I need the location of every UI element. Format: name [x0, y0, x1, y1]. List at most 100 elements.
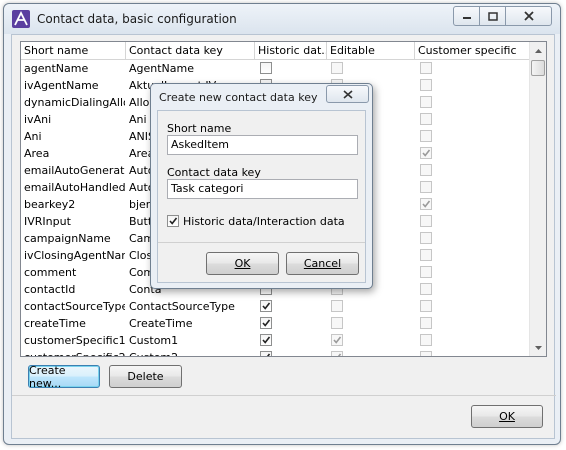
- short-name-cell[interactable]: Area: [21, 145, 125, 162]
- column-header-editable[interactable]: Editable: [327, 42, 415, 60]
- historic-data-label[interactable]: Historic data/Interaction data: [183, 215, 345, 228]
- short-name-input[interactable]: AskedItem: [167, 135, 358, 155]
- short-name-cell[interactable]: ivAgentName: [21, 77, 125, 94]
- title-bar[interactable]: Contact data, basic configuration: [4, 4, 560, 34]
- dialog-cancel-label: Cancel: [303, 257, 342, 270]
- short-name-cell[interactable]: contactId: [21, 281, 125, 298]
- table-row[interactable]: contactSourceType ContactSourceType: [21, 298, 531, 315]
- customer-specific-checkbox[interactable]: [420, 198, 432, 210]
- customer-specific-checkbox[interactable]: [420, 130, 432, 142]
- historic-data-checkbox[interactable]: [260, 317, 272, 329]
- grid-header: Short name Contact data key Historic dat…: [21, 42, 531, 60]
- dialog-cancel-button[interactable]: Cancel: [286, 252, 359, 275]
- checkmark-icon: [262, 302, 271, 310]
- short-name-cell[interactable]: createTime: [21, 315, 125, 332]
- ok-label: OK: [499, 410, 515, 423]
- checkmark-icon: [262, 336, 271, 344]
- checkmark-icon: [169, 217, 178, 225]
- separator: [12, 395, 556, 396]
- create-new-button[interactable]: Create new...: [28, 363, 100, 390]
- short-name-cell[interactable]: customerSpecific1: [21, 332, 125, 349]
- checkmark-icon: [333, 336, 342, 344]
- short-name-cell[interactable]: emailAutoGenerated: [21, 162, 125, 179]
- close-icon: [342, 89, 353, 99]
- short-name-cell[interactable]: customerSpecific2: [21, 349, 125, 356]
- contact-data-key-cell[interactable]: AgentName: [126, 60, 254, 77]
- delete-button[interactable]: Delete: [109, 365, 182, 388]
- checkmark-icon: [422, 200, 431, 208]
- short-name-cell[interactable]: comment: [21, 264, 125, 281]
- customer-specific-checkbox[interactable]: [420, 181, 432, 193]
- short-name-cell[interactable]: IVRInput: [21, 213, 125, 230]
- dialog-body: Short name AskedItem Contact data key Ta…: [157, 110, 366, 283]
- customer-specific-checkbox[interactable]: [420, 283, 432, 295]
- contact-data-key-cell[interactable]: Custom1: [126, 332, 254, 349]
- historic-data-checkbox[interactable]: [260, 351, 272, 356]
- editable-checkbox[interactable]: [331, 334, 343, 346]
- customer-specific-checkbox[interactable]: [420, 300, 432, 312]
- customer-specific-checkbox[interactable]: [420, 62, 432, 74]
- customer-specific-checkbox[interactable]: [420, 266, 432, 278]
- editable-checkbox[interactable]: [331, 300, 343, 312]
- short-name-cell[interactable]: Ani: [21, 128, 125, 145]
- ok-button[interactable]: OK: [471, 405, 543, 428]
- historic-data-checkbox[interactable]: [260, 62, 272, 74]
- dialog-ok-button[interactable]: OK: [206, 252, 279, 275]
- checkmark-icon: [262, 319, 271, 327]
- short-name-cell[interactable]: agentName: [21, 60, 125, 77]
- customer-specific-checkbox[interactable]: [420, 113, 432, 125]
- contact-data-key-input[interactable]: Task categori: [167, 179, 358, 199]
- customer-specific-checkbox[interactable]: [420, 249, 432, 261]
- historic-data-checkbox[interactable]: [260, 334, 272, 346]
- scroll-thumb[interactable]: [531, 60, 545, 76]
- short-name-cell[interactable]: ivClosingAgentName: [21, 247, 125, 264]
- create-contact-data-key-dialog: Create new contact data key Short name A…: [150, 83, 373, 289]
- minimize-button[interactable]: [453, 6, 480, 26]
- scroll-down-arrow-icon[interactable]: [530, 339, 546, 356]
- historic-data-checkbox[interactable]: [260, 300, 272, 312]
- checkmark-icon: [266, 353, 271, 356]
- customer-specific-checkbox[interactable]: [420, 215, 432, 227]
- table-row[interactable]: agentName AgentName: [21, 60, 531, 77]
- editable-checkbox[interactable]: [331, 62, 343, 74]
- customer-specific-checkbox[interactable]: [420, 334, 432, 346]
- column-header-customer-specific[interactable]: Customer specific: [415, 42, 531, 60]
- checkmark-icon: [422, 149, 431, 157]
- grid-vertical-scrollbar[interactable]: [529, 42, 546, 356]
- customer-specific-checkbox[interactable]: [420, 317, 432, 329]
- maximize-icon: [487, 11, 498, 21]
- window-title: Contact data, basic configuration: [37, 12, 237, 26]
- short-name-cell[interactable]: emailAutoHandled: [21, 179, 125, 196]
- maximize-button[interactable]: [479, 6, 506, 26]
- editable-checkbox[interactable]: [331, 351, 343, 356]
- editable-checkbox[interactable]: [331, 317, 343, 329]
- customer-specific-checkbox[interactable]: [420, 147, 432, 159]
- short-name-cell[interactable]: ivAni: [21, 111, 125, 128]
- contact-data-key-cell[interactable]: ContactSourceType: [126, 298, 254, 315]
- customer-specific-checkbox[interactable]: [420, 164, 432, 176]
- scroll-up-arrow-icon[interactable]: [530, 42, 546, 59]
- dialog-separator: [158, 242, 365, 243]
- table-row[interactable]: customerSpecific2Custom2: [21, 349, 531, 356]
- close-button[interactable]: [505, 6, 552, 26]
- short-name-cell[interactable]: contactSourceType: [21, 298, 125, 315]
- customer-specific-checkbox[interactable]: [420, 79, 432, 91]
- create-new-label: Create new...: [29, 363, 66, 390]
- historic-data-checkbox[interactable]: [167, 215, 179, 227]
- column-header-short-name[interactable]: Short name: [21, 42, 126, 60]
- short-name-cell[interactable]: bearkey2: [21, 196, 125, 213]
- customer-specific-checkbox[interactable]: [420, 351, 432, 356]
- customer-specific-checkbox[interactable]: [420, 96, 432, 108]
- short-name-cell[interactable]: dynamicDialingAllo...: [21, 94, 125, 111]
- column-header-contact-data-key[interactable]: Contact data key: [126, 42, 255, 60]
- short-name-cell[interactable]: campaignName: [21, 230, 125, 247]
- table-row[interactable]: createTime CreateTime: [21, 315, 531, 332]
- customer-specific-checkbox[interactable]: [420, 232, 432, 244]
- minimize-icon: [462, 17, 471, 19]
- table-row[interactable]: customerSpecific1 Custom1: [21, 332, 531, 349]
- short-name-label: Short name: [167, 122, 232, 135]
- contact-data-key-cell[interactable]: CreateTime: [126, 315, 254, 332]
- contact-data-key-cell[interactable]: Custom2: [126, 349, 254, 356]
- dialog-close-button[interactable]: [326, 85, 369, 103]
- column-header-historic-data[interactable]: Historic dat...: [255, 42, 327, 60]
